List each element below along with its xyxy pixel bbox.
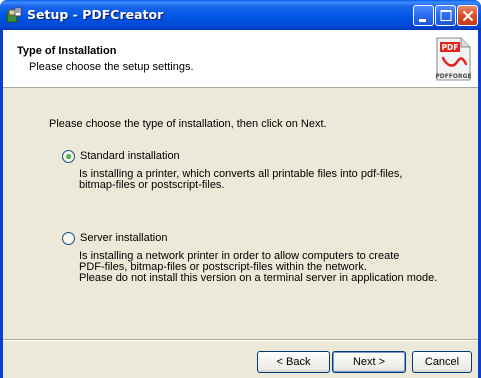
server-installation-radio[interactable]	[62, 232, 75, 245]
maximize-icon	[440, 10, 452, 21]
minimize-button[interactable]	[413, 5, 434, 26]
standard-installation-radio[interactable]	[62, 150, 75, 163]
server-installation-label[interactable]: Server installation	[80, 232, 167, 244]
maximize-button[interactable]	[435, 5, 456, 26]
setup-box-icon[interactable]	[6, 7, 22, 23]
logo-brand-text: PDFFORGE	[435, 73, 471, 80]
description-line: bitmap-files or postscript-files.	[79, 179, 225, 191]
page-title: Type of Installation	[17, 45, 117, 57]
close-icon	[462, 10, 474, 22]
standard-installation-label[interactable]: Standard installation	[80, 150, 180, 162]
cancel-button[interactable]: Cancel	[412, 351, 472, 373]
dialog-body: Type of Installation Please choose the s…	[3, 30, 478, 378]
title-bar[interactable]: Setup - PDFCreator	[0, 0, 481, 30]
description-line: Please do not install this version on a …	[79, 272, 438, 284]
server-installation-description: Is installing a network printer in order…	[79, 251, 437, 284]
instruction-text: Please choose the type of installation, …	[49, 118, 327, 130]
minimize-icon	[419, 19, 426, 22]
wizard-header: Type of Installation Please choose the s…	[3, 30, 478, 88]
logo-badge-text: PDF	[442, 43, 459, 52]
setup-window: Setup - PDFCreator Type of Installation …	[0, 0, 481, 378]
close-button[interactable]	[457, 5, 478, 26]
next-button[interactable]: Next >	[332, 351, 406, 373]
pdfforge-logo-icon: PDF PDFFORGE	[435, 37, 472, 81]
standard-installation-description: Is installing a printer, which converts …	[79, 169, 402, 191]
footer-divider-highlight	[3, 340, 478, 341]
back-button[interactable]: < Back	[257, 351, 330, 373]
page-subtitle: Please choose the setup settings.	[29, 61, 194, 73]
window-title: Setup - PDFCreator	[27, 7, 164, 22]
radio-selected-dot	[66, 154, 71, 159]
